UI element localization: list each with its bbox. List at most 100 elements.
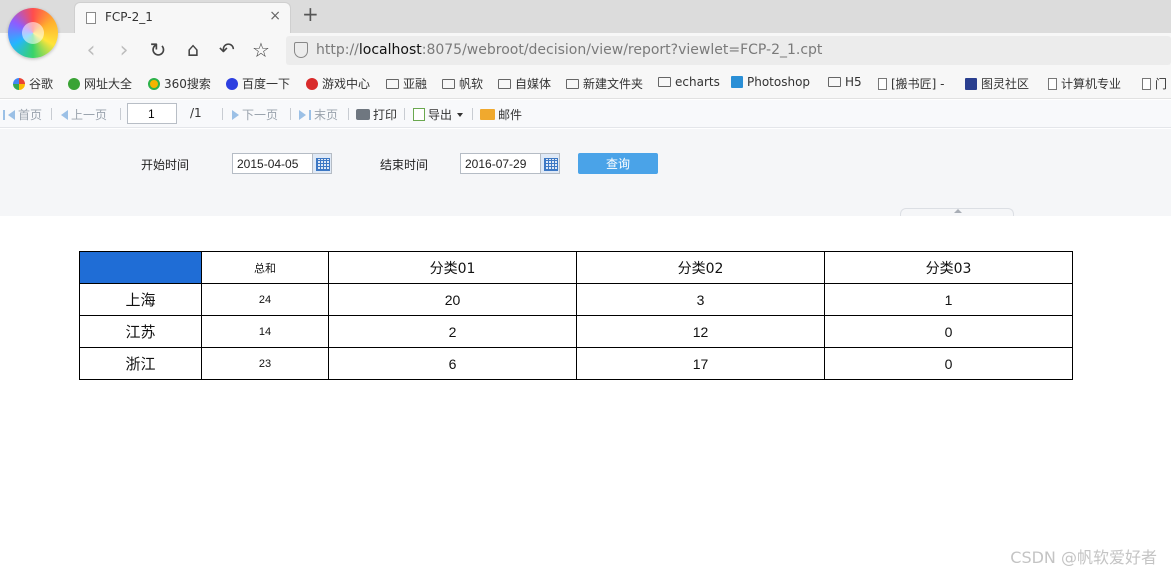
row-cat1: 2: [328, 315, 577, 348]
folder-icon: [386, 78, 399, 89]
bookmark-folder-yarong[interactable]: 亚融: [386, 75, 427, 92]
bookmark-baidu[interactable]: 百度一下: [226, 75, 290, 92]
back-arrow-icon[interactable]: ‹: [78, 37, 104, 63]
export-button[interactable]: 导出: [413, 106, 464, 123]
search-360-icon: [148, 77, 160, 90]
toolbar-divider: [404, 108, 405, 120]
bookmark-cs-major[interactable]: 计算机专业: [1048, 75, 1121, 92]
bookmark-label: H5: [845, 75, 862, 89]
bookmark-label: [搬书匠] -: [891, 77, 945, 91]
reload-icon[interactable]: ↻: [145, 37, 171, 63]
bookmark-label: 网址大全: [84, 77, 133, 91]
row-total: 14: [201, 315, 329, 348]
page-icon: [1142, 77, 1151, 90]
end-time-label: 结束时间: [380, 158, 429, 172]
browser-navbar: ‹ › ↻ ⌂ ↶ ☆ http://localhost:8075/webroo…: [0, 33, 1171, 69]
row-region: 浙江: [79, 347, 202, 380]
header-cat2: 分类02: [576, 251, 825, 284]
bookmark-door[interactable]: 门: [1142, 75, 1167, 92]
tab-title: FCP-2_1: [105, 10, 153, 24]
next-page-label: 下一页: [242, 108, 279, 122]
bookmark-folder-fanruan[interactable]: 帆软: [442, 75, 483, 92]
start-date-field[interactable]: 2015-04-05: [232, 153, 332, 174]
bookmark-folder-h5[interactable]: H5: [828, 75, 862, 89]
bookmark-360-search[interactable]: 360搜索: [148, 75, 211, 92]
report-table: 总和 分类01 分类02 分类03 上海 24 20 3 1 江苏 14 2 1…: [79, 251, 1073, 380]
table-row: 江苏 14 2 12 0: [79, 315, 1073, 348]
email-button[interactable]: 邮件: [480, 106, 522, 123]
bookmark-folder-media[interactable]: 自媒体: [498, 75, 551, 92]
browser-tab[interactable]: FCP-2_1 ×: [74, 2, 291, 33]
mail-icon: [480, 109, 495, 120]
bookmarks-bar: 谷歌 网址大全 360搜索 百度一下 游戏中心 亚融 帆软 自媒体 新建文件夹 …: [0, 69, 1171, 99]
bookmark-label: 自媒体: [515, 77, 552, 91]
toolbar-divider: [120, 108, 121, 120]
undo-icon[interactable]: ↶: [214, 37, 240, 63]
bookmark-game[interactable]: 游戏中心: [306, 75, 370, 92]
shield-icon: [294, 42, 308, 58]
print-button[interactable]: 打印: [356, 106, 397, 123]
toolbar-divider: [51, 108, 52, 120]
url-prefix: http://: [316, 42, 359, 58]
bookmark-photoshop[interactable]: Photoshop: [731, 75, 810, 89]
prev-page-label: 上一页: [71, 108, 108, 122]
toolbar-divider: [290, 108, 291, 120]
bookmark-banshujiang[interactable]: [搬书匠] -: [878, 75, 945, 92]
row-region: 江苏: [79, 315, 202, 348]
last-page-button[interactable]: 末页: [299, 106, 338, 123]
table-row: 浙江 23 6 17 0: [79, 347, 1073, 380]
star-icon[interactable]: ☆: [248, 37, 274, 63]
tab-close-icon[interactable]: ×: [269, 8, 281, 24]
next-page-button[interactable]: 下一页: [232, 106, 278, 123]
last-page-icon: [309, 109, 311, 120]
google-icon: [13, 77, 25, 90]
bookmark-folder-echarts[interactable]: echarts: [658, 75, 720, 89]
bookmark-folder-new[interactable]: 新建文件夹: [566, 75, 643, 92]
calendar-icon[interactable]: [312, 154, 331, 173]
bookmark-label: 百度一下: [242, 77, 291, 91]
folder-icon: [566, 78, 579, 89]
toolbar-divider: [472, 108, 473, 120]
folder-icon: [498, 78, 511, 89]
forward-arrow-icon[interactable]: ›: [111, 37, 137, 63]
query-button[interactable]: 查询: [578, 153, 658, 174]
row-cat3: 1: [824, 283, 1073, 316]
url-host: localhost: [358, 42, 422, 58]
bookmark-google[interactable]: 谷歌: [13, 75, 53, 92]
new-tab-button[interactable]: +: [302, 2, 319, 26]
parameter-panel: 开始时间 2015-04-05 结束时间 2016-07-29 查询: [0, 129, 1171, 216]
bookmark-label: 游戏中心: [322, 77, 371, 91]
page-total: /1: [190, 106, 202, 120]
end-date-field[interactable]: 2016-07-29: [460, 153, 560, 174]
bookmark-label: 新建文件夹: [583, 77, 644, 91]
first-page-icon: [3, 109, 5, 120]
collapse-panel-handle[interactable]: [900, 208, 1014, 216]
print-label: 打印: [373, 108, 398, 122]
url-text[interactable]: http://localhost:8075/webroot/decision/v…: [316, 42, 822, 58]
bookmark-label: 亚融: [403, 77, 428, 91]
bookmark-label: 门: [1155, 77, 1168, 91]
prev-page-button[interactable]: 上一页: [61, 106, 107, 123]
corner-cell: [79, 251, 202, 284]
bookmark-turing[interactable]: 图灵社区: [965, 75, 1029, 92]
row-region: 上海: [79, 283, 202, 316]
folder-icon: [442, 78, 455, 89]
browser-tab-strip: FCP-2_1 × +: [0, 0, 1171, 58]
bookmark-site-nav[interactable]: 网址大全: [68, 75, 132, 92]
page-number-input[interactable]: [127, 103, 177, 124]
home-icon[interactable]: ⌂: [180, 37, 206, 63]
next-page-icon: [232, 109, 239, 120]
folder-icon: [828, 77, 841, 87]
first-page-label: 首页: [18, 108, 43, 122]
row-cat1: 6: [328, 347, 577, 380]
watermark: CSDN @帆软爱好者: [1010, 548, 1157, 567]
prev-page-icon: [61, 109, 68, 120]
bookmark-label: 帆软: [459, 77, 484, 91]
first-page-button[interactable]: 首页: [3, 106, 42, 123]
address-bar[interactable]: http://localhost:8075/webroot/decision/v…: [286, 36, 1171, 65]
calendar-icon[interactable]: [540, 154, 559, 173]
bookmark-label: 谷歌: [29, 77, 54, 91]
header-cat1: 分类01: [328, 251, 577, 284]
table-header-row: 总和 分类01 分类02 分类03: [79, 251, 1073, 284]
bookmark-label: Photoshop: [747, 75, 811, 89]
